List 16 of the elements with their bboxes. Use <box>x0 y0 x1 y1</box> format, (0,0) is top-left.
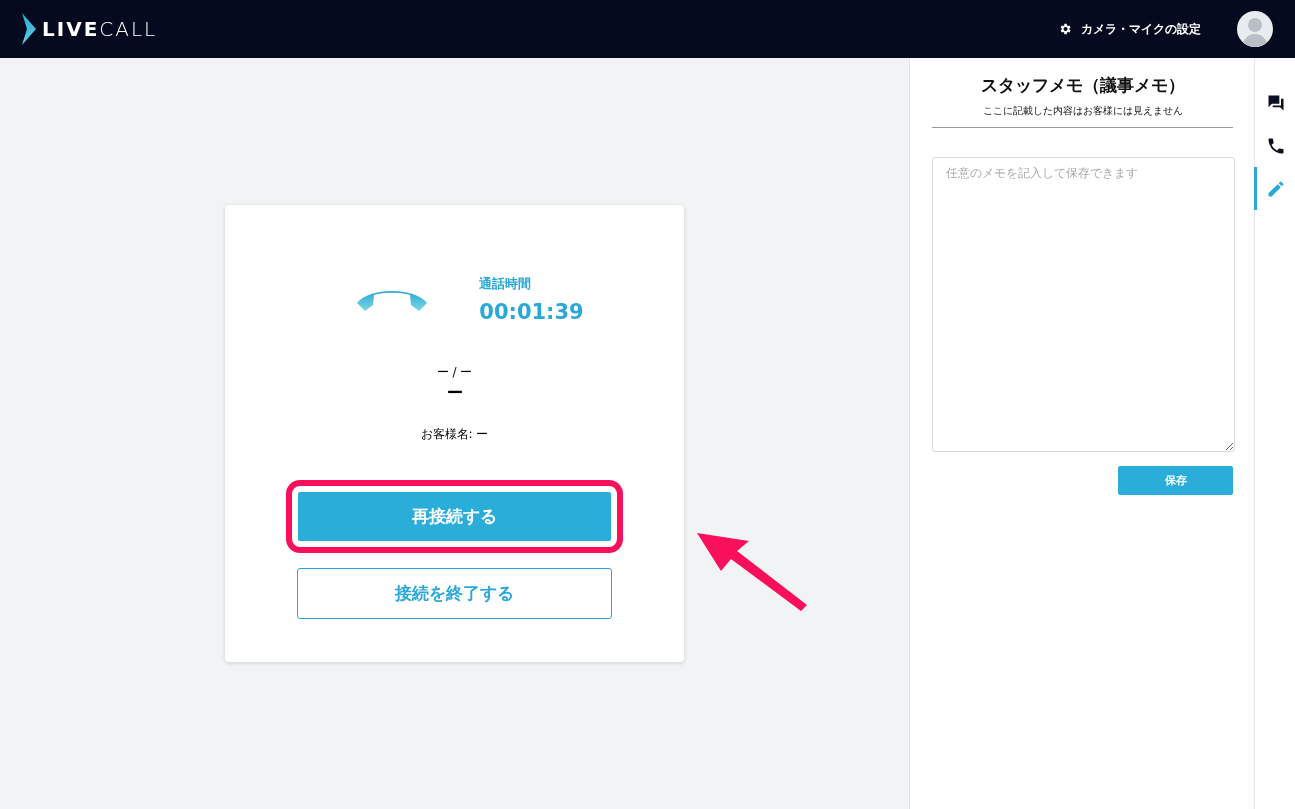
caller-info: ー / ー <box>436 364 473 381</box>
reconnect-button[interactable]: 再接続する <box>297 491 612 542</box>
call-duration-label: 通話時間 <box>479 275 533 293</box>
logo-icon <box>22 13 36 45</box>
save-button[interactable]: 保存 <box>1118 466 1233 495</box>
logo-text: LIVECALL <box>42 17 158 41</box>
customer-name: お客様名: ー <box>420 426 489 443</box>
camera-mic-settings-link[interactable]: カメラ・マイクの設定 <box>1058 20 1201 38</box>
memo-input-field[interactable]: 任意のメモを記入して保存できます <box>932 157 1235 452</box>
end-connection-button[interactable]: 接続を終了する <box>297 568 612 619</box>
memo-title: スタッフメモ（議事メモ） <box>979 74 1186 97</box>
caller-number: ー <box>446 383 463 404</box>
memo-subtitle: ここに記載した内容はお客様には見えません <box>981 105 1184 118</box>
avatar[interactable] <box>1237 11 1273 47</box>
settings-icon <box>1058 22 1072 36</box>
call-duration: 00:01:39 <box>479 300 584 324</box>
